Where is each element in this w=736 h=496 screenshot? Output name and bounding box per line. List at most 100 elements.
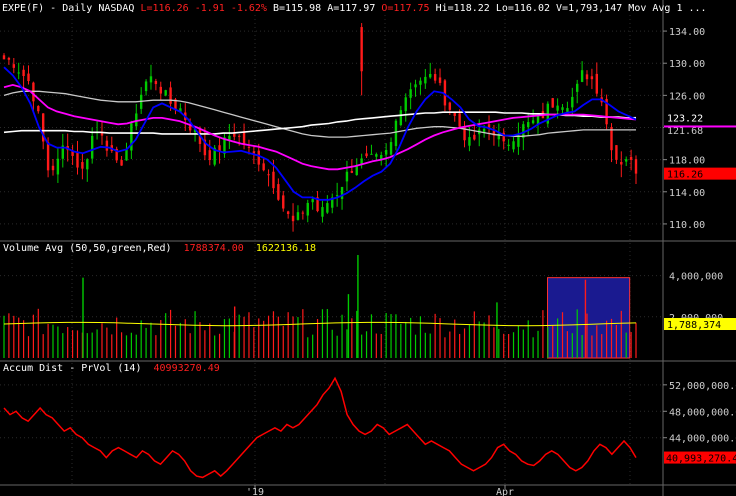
candle-body bbox=[32, 82, 35, 102]
candle-body bbox=[105, 140, 109, 151]
mov-avg-label[interactable]: Mov Avg 1 bbox=[628, 3, 682, 14]
header-bar: EXPE(F) - Daily NASDAQ L=116.26 -1.91 -1… bbox=[2, 3, 707, 14]
volume-header-value1: 1788374.00 bbox=[183, 243, 244, 254]
price-change: -1.91 bbox=[194, 3, 225, 14]
candle-body bbox=[473, 134, 476, 140]
candle-body bbox=[468, 137, 471, 146]
accum-y-tick-label: 44,000,000.00 bbox=[669, 434, 736, 445]
candle-body bbox=[12, 64, 15, 68]
candle-body bbox=[326, 203, 329, 213]
x-tick-label: Apr bbox=[496, 487, 514, 496]
candle-body bbox=[81, 162, 84, 169]
ma-marker bbox=[664, 125, 736, 128]
candle-body bbox=[634, 159, 638, 174]
volume-highlight-box bbox=[547, 277, 631, 359]
candle-body bbox=[135, 113, 138, 127]
volume-avg-label: 1,788,374 bbox=[667, 320, 721, 331]
candle-body bbox=[76, 152, 79, 168]
candle-body bbox=[7, 57, 11, 60]
more-indicator[interactable]: ... bbox=[689, 3, 707, 14]
candle-body bbox=[51, 165, 55, 171]
price-y-tick-label: 130.00 bbox=[669, 59, 705, 70]
candle-body bbox=[424, 76, 427, 84]
candle-body bbox=[296, 212, 300, 220]
candle-body bbox=[394, 120, 398, 147]
candle-body bbox=[580, 70, 584, 82]
ask-price: A=117.97 bbox=[327, 3, 376, 14]
candle-body bbox=[414, 84, 417, 88]
candle-body bbox=[448, 102, 452, 110]
candle-body bbox=[409, 89, 412, 98]
candle-body bbox=[56, 158, 60, 175]
candle-body bbox=[257, 150, 260, 165]
candle-body bbox=[125, 149, 128, 161]
volume-y-tick-label: 4,000,000 bbox=[669, 272, 723, 283]
price-label: 116.26 bbox=[667, 170, 703, 181]
candle-body bbox=[90, 135, 94, 159]
accum-header-label[interactable]: Accum Dist - PrVol (14) bbox=[3, 363, 141, 374]
price-y-tick-label: 134.00 bbox=[669, 27, 705, 38]
candle-body bbox=[262, 163, 265, 171]
candle-body bbox=[585, 74, 589, 80]
candle-body bbox=[2, 55, 6, 60]
candle-body bbox=[46, 142, 50, 171]
volume-value: V=1,793,147 bbox=[556, 3, 623, 14]
candle-body bbox=[291, 215, 295, 222]
price-label: 123.22 bbox=[667, 114, 703, 125]
candle-body bbox=[566, 108, 569, 112]
candle-body bbox=[360, 27, 363, 72]
candle-body bbox=[286, 211, 290, 215]
candle-body bbox=[164, 90, 167, 96]
candle-body bbox=[571, 96, 574, 108]
price-label: 121.68 bbox=[667, 126, 703, 137]
accum-header: Accum Dist - PrVol (14) 40993270.49 bbox=[3, 363, 220, 374]
candle-body bbox=[247, 146, 251, 148]
candle-body bbox=[335, 195, 339, 197]
candle-body bbox=[419, 80, 422, 85]
low-price: Lo=116.02 bbox=[495, 3, 550, 14]
candle-body bbox=[306, 202, 309, 216]
candle-body bbox=[37, 106, 40, 112]
price-y-tick-label: 126.00 bbox=[669, 91, 705, 102]
candle-body bbox=[404, 97, 407, 112]
candle-body bbox=[242, 131, 246, 146]
bid-price: B=115.98 bbox=[272, 3, 322, 14]
price-y-tick-label: 118.00 bbox=[669, 156, 705, 167]
candle-body bbox=[384, 150, 388, 155]
price-change-pct: -1.62% bbox=[230, 3, 267, 14]
candle-body bbox=[375, 154, 378, 157]
candle-body bbox=[429, 73, 432, 78]
volume-header: Volume Avg (50,50,green,Red) 1788374.00 … bbox=[3, 243, 316, 254]
candle-body bbox=[340, 186, 344, 199]
candle-body bbox=[625, 159, 628, 162]
candle-body bbox=[86, 159, 89, 170]
candle-body bbox=[531, 120, 535, 124]
candle-body bbox=[556, 105, 559, 111]
candle-body bbox=[433, 74, 437, 81]
candle-body bbox=[345, 171, 349, 182]
candle-body bbox=[17, 72, 20, 74]
symbol-label[interactable]: EXPE(F) - Daily NASDAQ bbox=[2, 3, 134, 14]
candle-body bbox=[282, 195, 285, 209]
candle-body bbox=[27, 73, 30, 82]
last-price: L=116.26 bbox=[140, 3, 189, 14]
candle-body bbox=[301, 212, 305, 214]
accum-y-tick-label: 48,000,000.00 bbox=[669, 407, 736, 418]
volume-header-value2: 1622136.18 bbox=[255, 243, 317, 254]
volume-header-label[interactable]: Volume Avg (50,50,green,Red) bbox=[3, 243, 172, 254]
accum-header-value: 40993270.49 bbox=[153, 363, 220, 374]
candle-body bbox=[629, 156, 633, 160]
high-price: Hi=118.22 bbox=[435, 3, 490, 14]
candle-body bbox=[615, 145, 618, 160]
candle-body bbox=[590, 76, 594, 80]
candle-body bbox=[120, 160, 123, 166]
candle-body bbox=[272, 171, 275, 189]
candle-body bbox=[399, 110, 403, 126]
open-price: O=117.75 bbox=[381, 3, 430, 14]
candle-body bbox=[389, 142, 393, 155]
candle-body bbox=[159, 86, 162, 94]
candle-body bbox=[22, 69, 25, 77]
candle-body bbox=[576, 83, 579, 92]
accum-last-label: 40,993,270.49 bbox=[666, 454, 736, 465]
candle-body bbox=[551, 98, 554, 108]
